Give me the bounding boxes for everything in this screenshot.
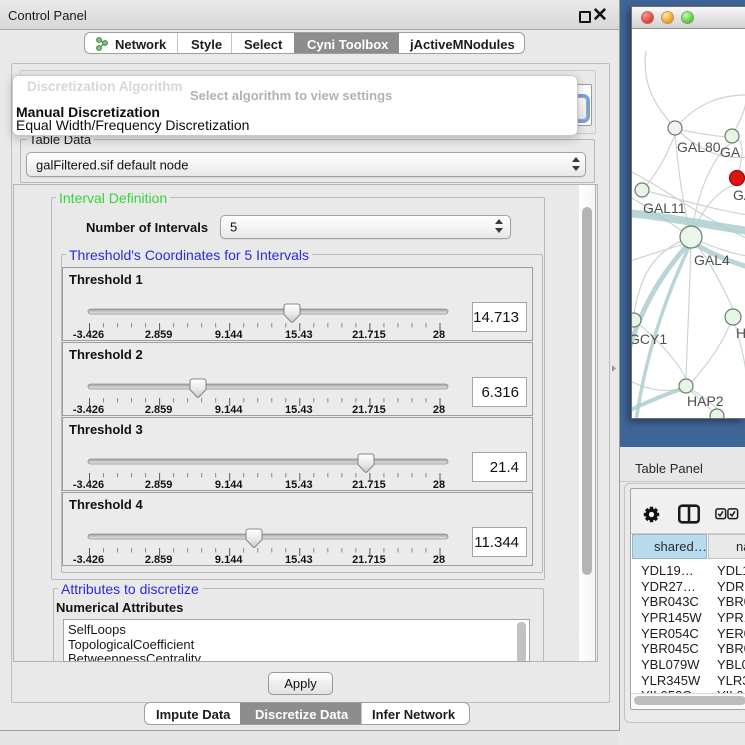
svg-text:GAL80: GAL80	[677, 139, 721, 155]
svg-text:HAP2: HAP2	[687, 393, 724, 409]
svg-text:HI: HI	[736, 325, 745, 341]
svg-text:GA: GA	[720, 144, 741, 160]
svg-text:GCY1: GCY1	[632, 331, 667, 347]
svg-text:GAL4: GAL4	[694, 252, 730, 268]
svg-text:GA: GA	[733, 187, 745, 203]
svg-text:GAL11: GAL11	[643, 200, 686, 216]
